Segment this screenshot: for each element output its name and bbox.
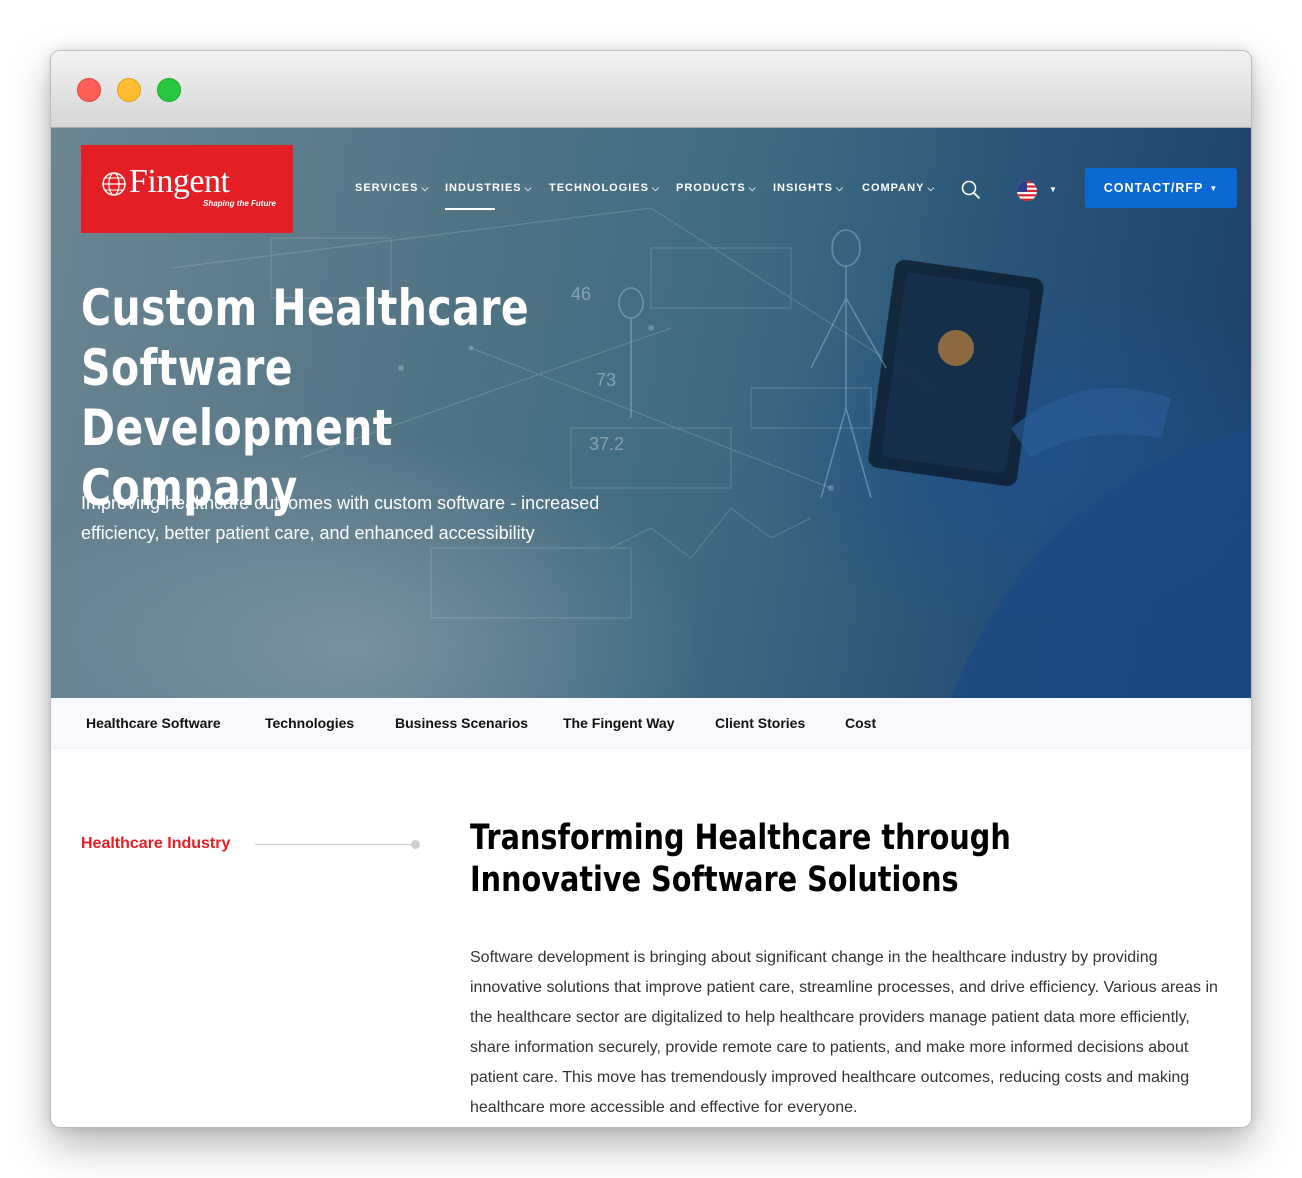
chevron-down-icon: ⌵ bbox=[652, 183, 660, 193]
active-nav-indicator bbox=[445, 208, 495, 210]
nav-item-company[interactable]: COMPANY ⌵ bbox=[862, 182, 935, 194]
maximize-window-button[interactable] bbox=[157, 78, 181, 102]
contact-rfp-button[interactable]: CONTACT/RFP ▼ bbox=[1085, 168, 1237, 208]
nav-item-services[interactable]: SERVICES ⌵ bbox=[355, 182, 429, 194]
section-title: Transforming Healthcare through Innovati… bbox=[470, 818, 1011, 900]
chevron-down-icon: ⌵ bbox=[748, 183, 757, 193]
nav-item-products[interactable]: PRODUCTS ⌵ bbox=[676, 182, 757, 194]
chevron-down-icon: ⌵ bbox=[927, 183, 936, 193]
subnav-item-client-stories[interactable]: Client Stories bbox=[715, 715, 805, 731]
close-window-button[interactable] bbox=[77, 78, 101, 102]
main-nav: SERVICES ⌵ INDUSTRIES ⌵ TECHNOLOGIES ⌵ PROD… bbox=[51, 182, 1251, 212]
subnav-item-fingent-way[interactable]: The Fingent Way bbox=[563, 715, 674, 731]
nav-item-technologies[interactable]: TECHNOLOGIES ⌵ bbox=[549, 182, 660, 194]
chevron-down-icon: ⌵ bbox=[524, 183, 533, 193]
hero-title: Custom Healthcare Software Development C… bbox=[81, 279, 530, 517]
caret-down-icon: ▼ bbox=[1209, 183, 1219, 193]
browser-window: 46 73 37.2 Fingent Shaping the Future SE… bbox=[50, 50, 1252, 1128]
search-icon[interactable] bbox=[961, 180, 981, 200]
subnav-item-cost[interactable]: Cost bbox=[845, 715, 876, 731]
language-caret-icon[interactable]: ▼ bbox=[1049, 185, 1057, 194]
hero-readout-372: 37.2 bbox=[589, 434, 624, 454]
us-flag-icon[interactable] bbox=[1017, 181, 1037, 201]
section-body: Software development is bringing about s… bbox=[470, 949, 1218, 1116]
hero-section: 46 73 37.2 Fingent Shaping the Future SE… bbox=[51, 128, 1251, 698]
chevron-down-icon: ⌵ bbox=[835, 183, 844, 193]
side-divider-line bbox=[255, 844, 417, 845]
us-flag-graphic bbox=[1017, 181, 1037, 201]
main-content: Healthcare Industry Transforming Healthc… bbox=[51, 749, 1251, 1127]
hero-readout-73: 73 bbox=[596, 370, 616, 390]
side-section-label: Healthcare Industry bbox=[81, 835, 231, 852]
subnav-item-healthcare-software[interactable]: Healthcare Software bbox=[86, 715, 221, 731]
hero-readout-46: 46 bbox=[571, 284, 591, 304]
nav-item-insights[interactable]: INSIGHTS ⌵ bbox=[773, 182, 844, 194]
hero-subtitle: Improving healthcare outcomes with custo… bbox=[81, 493, 600, 543]
section-subnav: Healthcare Software Technologies Busines… bbox=[51, 698, 1251, 749]
side-divider-dot bbox=[411, 840, 420, 849]
nav-item-industries[interactable]: INDUSTRIES ⌵ bbox=[445, 182, 532, 194]
window-titlebar bbox=[51, 51, 1251, 128]
chevron-down-icon: ⌵ bbox=[421, 183, 430, 193]
minimize-window-button[interactable] bbox=[117, 78, 141, 102]
subnav-item-business-scenarios[interactable]: Business Scenarios bbox=[395, 715, 528, 731]
subnav-item-technologies[interactable]: Technologies bbox=[265, 715, 354, 731]
